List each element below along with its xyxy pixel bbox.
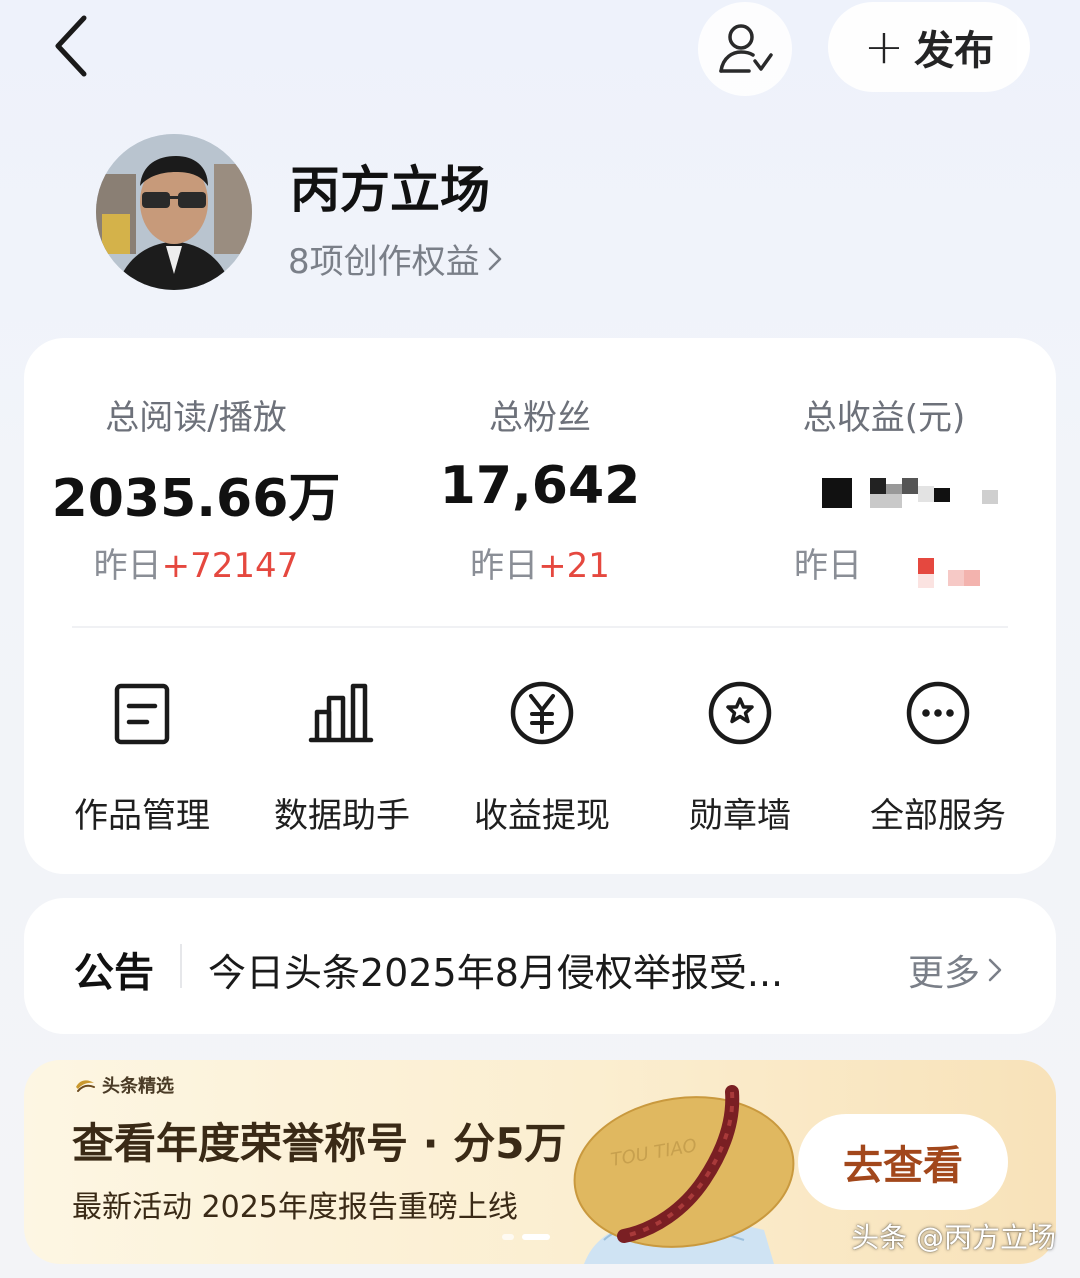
stat-yesterday-prefix: 昨日 — [93, 546, 162, 586]
banner-brand: 头条精选 — [74, 1072, 174, 1098]
banner-subtitle: 最新活动 2025年度报告重磅上线 — [72, 1190, 518, 1225]
stat-label: 总收益(元) — [802, 398, 966, 438]
stat-label: 总粉丝 — [489, 398, 591, 438]
censored-value-mosaic — [822, 478, 998, 508]
announcement-divider — [180, 944, 182, 988]
service-works-management[interactable]: 作品管理 — [42, 678, 242, 837]
censored-delta-mosaic — [918, 558, 980, 588]
banner-title: 查看年度荣誉称号 · 分5万 — [72, 1119, 567, 1168]
creator-rights-link[interactable]: 8项创作权益 — [288, 234, 504, 283]
back-button[interactable] — [46, 10, 106, 82]
stat-yesterday: 昨日 — [712, 538, 1056, 587]
creator-rights-label: 8项创作权益 — [288, 242, 480, 282]
carousel-indicator — [502, 1234, 550, 1240]
services-row: 作品管理 数据助手 收益提现 勋章墙 全部服务 — [24, 678, 1056, 838]
service-label: 收益提现 — [474, 796, 610, 836]
announcement-text[interactable]: 今日头条2025年8月侵权举报受... — [208, 942, 783, 997]
yuan-icon — [510, 681, 574, 745]
bar-chart-icon — [308, 683, 374, 743]
service-label: 勋章墙 — [689, 796, 791, 836]
service-data-assistant[interactable]: 数据助手 — [242, 678, 442, 837]
stat-yesterday-delta: +21 — [538, 546, 610, 586]
carousel-dot-active — [522, 1234, 550, 1240]
plus-icon: + — [863, 19, 905, 75]
service-income-withdraw[interactable]: 收益提现 — [442, 678, 642, 837]
announcement-title: 公告 — [74, 950, 154, 996]
announcement-more-link[interactable]: 更多 — [908, 944, 1004, 996]
username: 丙方立场 — [290, 161, 490, 219]
stat-yesterday-prefix: 昨日 — [794, 546, 862, 586]
service-label: 作品管理 — [74, 796, 210, 836]
toutiao-logo-icon — [76, 1080, 95, 1092]
stat-yesterday: 昨日+72147 — [24, 538, 368, 587]
announcement-card[interactable]: 公告 今日头条2025年8月侵权举报受... 更多 — [24, 898, 1056, 1034]
chevron-left-icon — [55, 15, 87, 77]
stat-yesterday-prefix: 昨日 — [470, 546, 539, 586]
service-medal-wall[interactable]: 勋章墙 — [640, 678, 840, 837]
service-label: 数据助手 — [274, 796, 410, 836]
service-label: 全部服务 — [870, 796, 1006, 836]
stat-value: 2035.66万 — [51, 469, 341, 529]
publish-button[interactable]: + 发布 — [828, 2, 1030, 92]
banner-brand-label: 头条精选 — [102, 1076, 174, 1097]
carousel-dot — [502, 1234, 514, 1240]
stats-divider — [72, 626, 1008, 628]
stats-card: 总阅读/播放 2035.66万 昨日+72147 总粉丝 17,642 昨日+2… — [24, 338, 1056, 874]
publish-label: 发布 — [914, 28, 995, 74]
chevron-right-icon — [988, 958, 1002, 982]
stat-yesterday-delta: +72147 — [161, 546, 299, 586]
avatar-image — [96, 134, 252, 290]
service-all-services[interactable]: 全部服务 — [838, 678, 1038, 837]
avatar[interactable] — [96, 134, 252, 290]
view-now-button[interactable]: 去查看 — [798, 1114, 1008, 1210]
watermark: 头条 @丙方立场 — [851, 1221, 1056, 1254]
banner-illustration: TOU TIAO — [573, 1085, 795, 1264]
announcement-more-label: 更多 — [907, 953, 980, 994]
stat-value: 17,642 — [439, 456, 641, 516]
stat-yesterday: 昨日+21 — [368, 538, 712, 587]
follow-management-button[interactable] — [698, 2, 792, 96]
more-icon — [906, 681, 970, 745]
stat-label: 总阅读/播放 — [105, 398, 287, 438]
user-check-icon — [719, 24, 773, 73]
medal-icon — [708, 681, 772, 745]
chevron-right-icon — [488, 247, 501, 270]
document-icon — [114, 683, 170, 745]
